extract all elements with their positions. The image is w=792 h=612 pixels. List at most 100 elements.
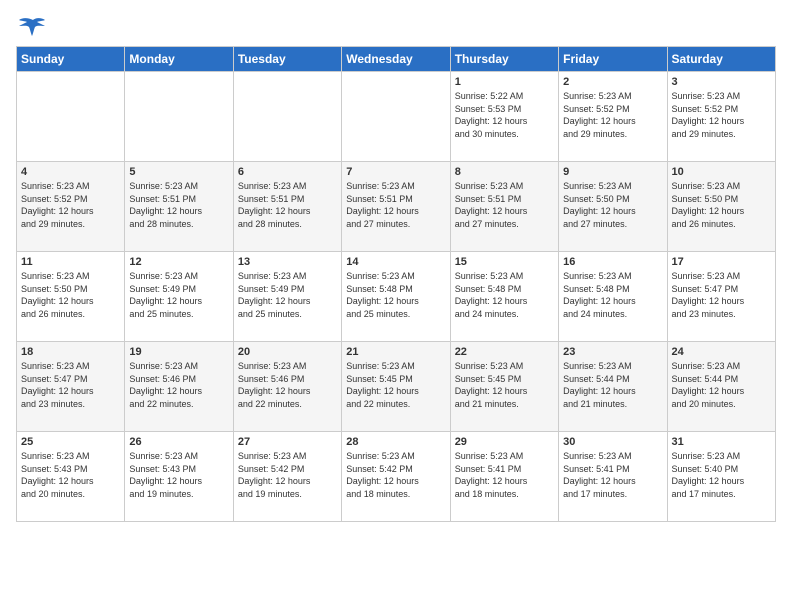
day-number: 16 xyxy=(563,256,662,268)
day-number: 15 xyxy=(455,256,554,268)
cell-content: Sunrise: 5:23 AMSunset: 5:42 PMDaylight:… xyxy=(238,450,337,500)
day-number: 13 xyxy=(238,256,337,268)
calendar-cell: 15 Sunrise: 5:23 AMSunset: 5:48 PMDayligh… xyxy=(450,252,558,342)
day-number: 20 xyxy=(238,346,337,358)
calendar-cell: 7Sunrise: 5:23 AMSunset: 5:51 PMDaylight… xyxy=(342,162,450,252)
calendar-cell: 3 Sunrise: 5:23 AMSunset: 5:52 PMDaylight… xyxy=(667,72,775,162)
cell-content: Sunrise: 5:23 AMSunset: 5:46 PMDaylight:… xyxy=(238,360,337,410)
cell-content: Sunrise: 5:23 AMSunset: 5:52 PMDaylight:… xyxy=(672,90,771,140)
day-number: 18 xyxy=(21,346,120,358)
header-day-tuesday: Tuesday xyxy=(233,47,341,72)
cell-content: Sunrise: 5:23 AMSunset: 5:50 PMDaylight:… xyxy=(21,270,120,320)
cell-content: Sunrise: 5:23 AMSunset: 5:48 PMDaylight:… xyxy=(346,270,445,320)
cell-content: Sunrise: 5:23 AMSunset: 5:44 PMDaylight:… xyxy=(563,360,662,410)
cell-content: Sunrise: 5:23 AMSunset: 5:45 PMDaylight:… xyxy=(455,360,554,410)
cell-content: Sunrise: 5:23 AMSunset: 5:49 PMDaylight:… xyxy=(238,270,337,320)
calendar-cell: 2 Sunrise: 5:23 AMSunset: 5:52 PMDaylight… xyxy=(559,72,667,162)
logo xyxy=(16,16,47,38)
cell-content: Sunrise: 5:23 AMSunset: 5:50 PMDaylight:… xyxy=(563,180,662,230)
logo-bird-icon xyxy=(19,16,47,38)
calendar-cell: 11 Sunrise: 5:23 AMSunset: 5:50 PMDayligh… xyxy=(17,252,125,342)
calendar-cell: 24 Sunrise: 5:23 AMSunset: 5:44 PMDayligh… xyxy=(667,342,775,432)
week-row-3: 11 Sunrise: 5:23 AMSunset: 5:50 PMDayligh… xyxy=(17,252,776,342)
cell-content: Sunrise: 5:23 AMSunset: 5:40 PMDaylight:… xyxy=(672,450,771,500)
day-number: 22 xyxy=(455,346,554,358)
calendar-cell: 27 Sunrise: 5:23 AMSunset: 5:42 PMDayligh… xyxy=(233,432,341,522)
calendar-cell: 22 Sunrise: 5:23 AMSunset: 5:45 PMDayligh… xyxy=(450,342,558,432)
calendar-cell: 16 Sunrise: 5:23 AMSunset: 5:48 PMDayligh… xyxy=(559,252,667,342)
calendar-cell: 31 Sunrise: 5:23 AMSunset: 5:40 PMDayligh… xyxy=(667,432,775,522)
calendar-header: SundayMondayTuesdayWednesdayThursdayFrid… xyxy=(17,47,776,72)
day-number: 23 xyxy=(563,346,662,358)
day-number: 9 xyxy=(563,166,662,178)
cell-content: Sunrise: 5:23 AMSunset: 5:44 PMDaylight:… xyxy=(672,360,771,410)
day-number: 10 xyxy=(672,166,771,178)
cell-content: Sunrise: 5:23 AMSunset: 5:47 PMDaylight:… xyxy=(21,360,120,410)
calendar-table: SundayMondayTuesdayWednesdayThursdayFrid… xyxy=(16,46,776,522)
calendar-cell: 13 Sunrise: 5:23 AMSunset: 5:49 PMDayligh… xyxy=(233,252,341,342)
day-number: 25 xyxy=(21,436,120,448)
day-number: 11 xyxy=(21,256,120,268)
day-number: 3 xyxy=(672,76,771,88)
calendar-cell: 9 Sunrise: 5:23 AMSunset: 5:50 PMDaylight… xyxy=(559,162,667,252)
cell-content: Sunrise: 5:23 AMSunset: 5:52 PMDaylight:… xyxy=(21,180,120,230)
day-number: 4 xyxy=(21,166,120,178)
header xyxy=(16,16,776,38)
day-number: 24 xyxy=(672,346,771,358)
header-day-monday: Monday xyxy=(125,47,233,72)
calendar-cell: 17Sunrise: 5:23 AMSunset: 5:47 PMDayligh… xyxy=(667,252,775,342)
calendar-cell xyxy=(342,72,450,162)
header-day-wednesday: Wednesday xyxy=(342,47,450,72)
cell-content: Sunrise: 5:22 AMSunset: 5:53 PMDaylight:… xyxy=(455,90,554,140)
calendar-cell: 19 Sunrise: 5:23 AMSunset: 5:46 PMDayligh… xyxy=(125,342,233,432)
calendar-cell: 8Sunrise: 5:23 AMSunset: 5:51 PMDaylight… xyxy=(450,162,558,252)
day-number: 19 xyxy=(129,346,228,358)
day-number: 29 xyxy=(455,436,554,448)
day-number: 2 xyxy=(563,76,662,88)
cell-content: Sunrise: 5:23 AMSunset: 5:48 PMDaylight:… xyxy=(455,270,554,320)
header-day-friday: Friday xyxy=(559,47,667,72)
calendar-cell: 14 Sunrise: 5:23 AMSunset: 5:48 PMDayligh… xyxy=(342,252,450,342)
cell-content: Sunrise: 5:23 AMSunset: 5:50 PMDaylight:… xyxy=(672,180,771,230)
week-row-2: 4 Sunrise: 5:23 AMSunset: 5:52 PMDaylight… xyxy=(17,162,776,252)
header-row: SundayMondayTuesdayWednesdayThursdayFrid… xyxy=(17,47,776,72)
cell-content: Sunrise: 5:23 AMSunset: 5:43 PMDaylight:… xyxy=(21,450,120,500)
day-number: 30 xyxy=(563,436,662,448)
calendar-cell: 29 Sunrise: 5:23 AMSunset: 5:41 PMDayligh… xyxy=(450,432,558,522)
calendar-cell: 26Sunrise: 5:23 AMSunset: 5:43 PMDayligh… xyxy=(125,432,233,522)
day-number: 28 xyxy=(346,436,445,448)
cell-content: Sunrise: 5:23 AMSunset: 5:51 PMDaylight:… xyxy=(238,180,337,230)
calendar-cell xyxy=(17,72,125,162)
cell-content: Sunrise: 5:23 AMSunset: 5:51 PMDaylight:… xyxy=(346,180,445,230)
calendar-cell: 30 Sunrise: 5:23 AMSunset: 5:41 PMDayligh… xyxy=(559,432,667,522)
calendar-body: 1 Sunrise: 5:22 AMSunset: 5:53 PMDaylight… xyxy=(17,72,776,522)
calendar-cell: 25 Sunrise: 5:23 AMSunset: 5:43 PMDayligh… xyxy=(17,432,125,522)
day-number: 1 xyxy=(455,76,554,88)
day-number: 27 xyxy=(238,436,337,448)
calendar-cell: 10 Sunrise: 5:23 AMSunset: 5:50 PMDayligh… xyxy=(667,162,775,252)
week-row-5: 25 Sunrise: 5:23 AMSunset: 5:43 PMDayligh… xyxy=(17,432,776,522)
week-row-4: 18 Sunrise: 5:23 AMSunset: 5:47 PMDayligh… xyxy=(17,342,776,432)
cell-content: Sunrise: 5:23 AMSunset: 5:41 PMDaylight:… xyxy=(563,450,662,500)
calendar-cell xyxy=(125,72,233,162)
calendar-cell: 5Sunrise: 5:23 AMSunset: 5:51 PMDaylight… xyxy=(125,162,233,252)
calendar-cell: 12Sunrise: 5:23 AMSunset: 5:49 PMDayligh… xyxy=(125,252,233,342)
cell-content: Sunrise: 5:23 AMSunset: 5:52 PMDaylight:… xyxy=(563,90,662,140)
day-number: 5 xyxy=(129,166,228,178)
calendar-cell: 28Sunrise: 5:23 AMSunset: 5:42 PMDayligh… xyxy=(342,432,450,522)
calendar-cell: 1 Sunrise: 5:22 AMSunset: 5:53 PMDaylight… xyxy=(450,72,558,162)
cell-content: Sunrise: 5:23 AMSunset: 5:41 PMDaylight:… xyxy=(455,450,554,500)
day-number: 31 xyxy=(672,436,771,448)
day-number: 26 xyxy=(129,436,228,448)
header-day-thursday: Thursday xyxy=(450,47,558,72)
cell-content: Sunrise: 5:23 AMSunset: 5:45 PMDaylight:… xyxy=(346,360,445,410)
calendar-cell: 20 Sunrise: 5:23 AMSunset: 5:46 PMDayligh… xyxy=(233,342,341,432)
day-number: 14 xyxy=(346,256,445,268)
day-number: 12 xyxy=(129,256,228,268)
calendar-cell: 6Sunrise: 5:23 AMSunset: 5:51 PMDaylight… xyxy=(233,162,341,252)
cell-content: Sunrise: 5:23 AMSunset: 5:47 PMDaylight:… xyxy=(672,270,771,320)
cell-content: Sunrise: 5:23 AMSunset: 5:48 PMDaylight:… xyxy=(563,270,662,320)
calendar-cell: 4 Sunrise: 5:23 AMSunset: 5:52 PMDaylight… xyxy=(17,162,125,252)
week-row-1: 1 Sunrise: 5:22 AMSunset: 5:53 PMDaylight… xyxy=(17,72,776,162)
cell-content: Sunrise: 5:23 AMSunset: 5:46 PMDaylight:… xyxy=(129,360,228,410)
